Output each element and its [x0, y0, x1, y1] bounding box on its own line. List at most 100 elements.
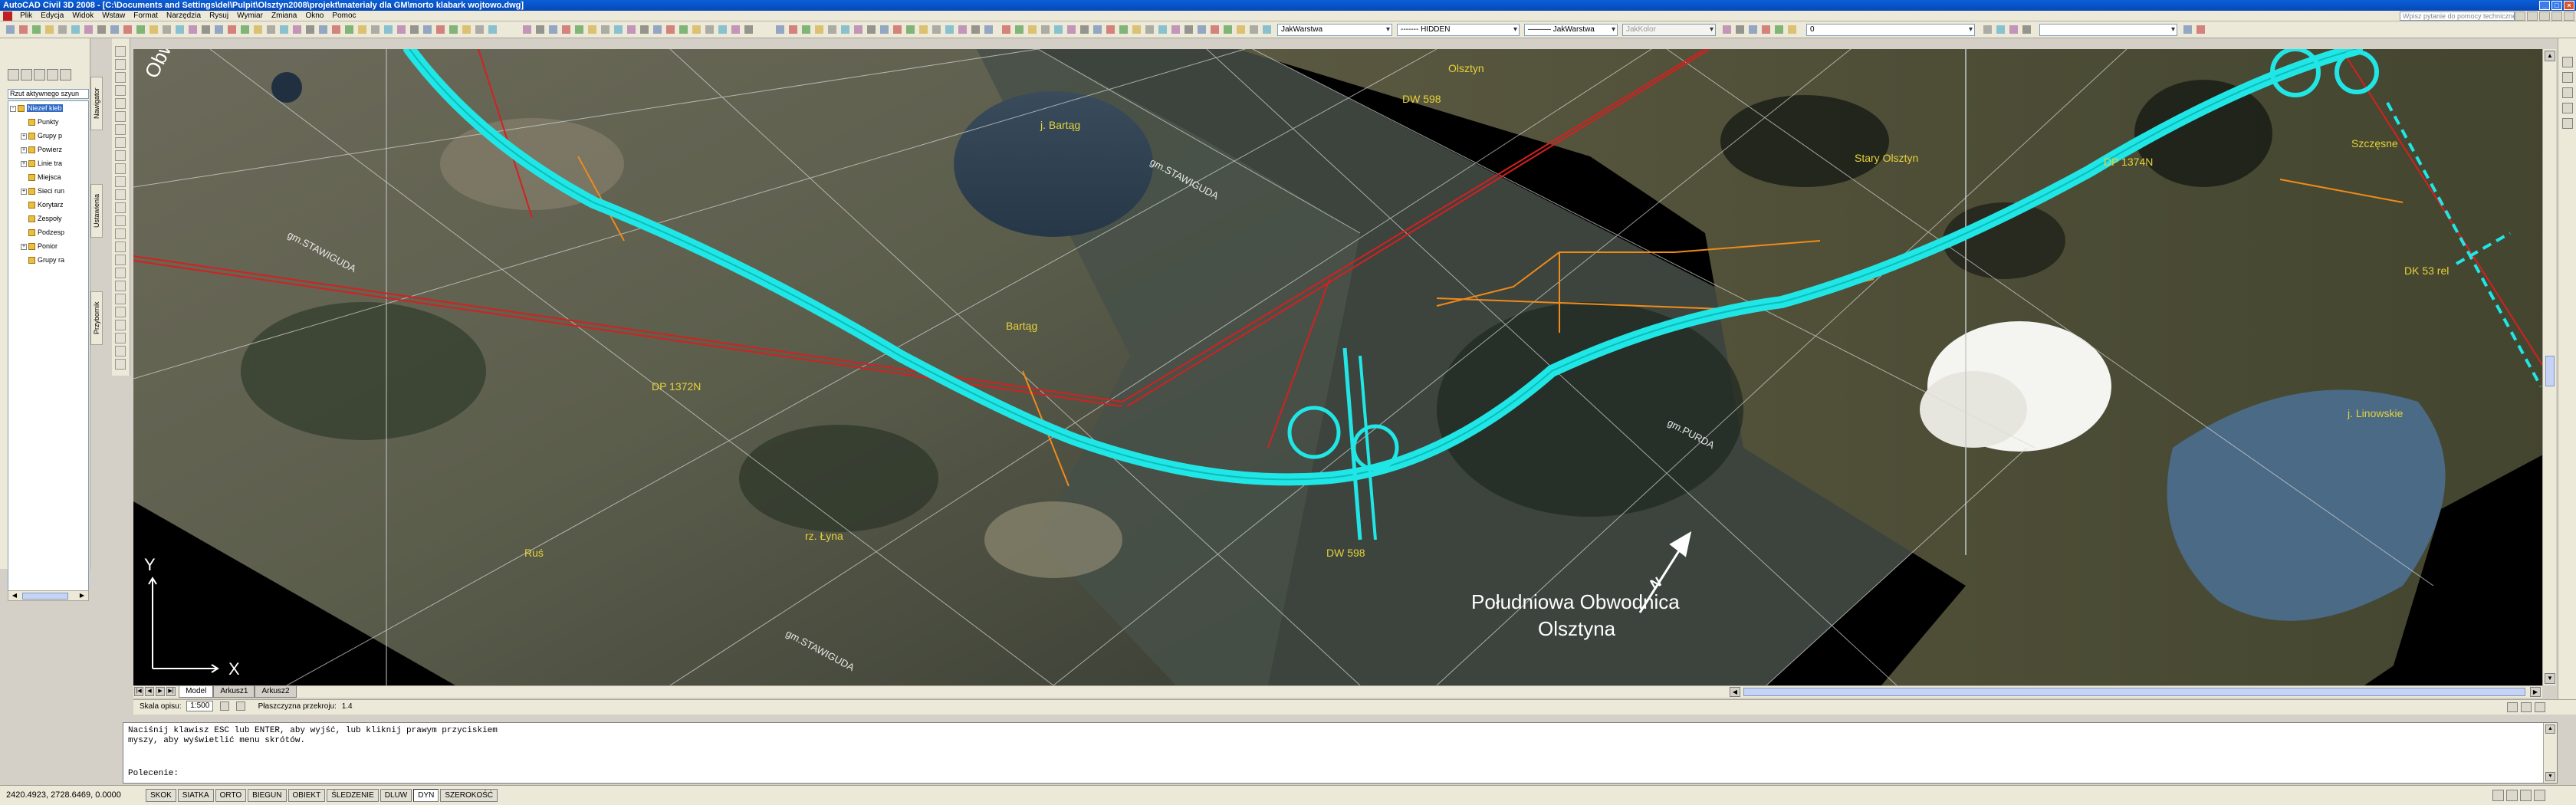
toolbar-tool-icon[interactable]: [1027, 24, 1038, 35]
hscroll-thumb[interactable]: [1743, 688, 2525, 696]
orbit-icon[interactable]: [2562, 87, 2573, 98]
status-tray-icon-3[interactable]: [2535, 702, 2545, 712]
tree-item[interactable]: Podzesp: [8, 225, 88, 239]
annotation-autoscale-icon[interactable]: [235, 702, 245, 711]
toolbar-tool-icon[interactable]: [122, 24, 133, 35]
toolbar-tool-icon[interactable]: [560, 24, 572, 35]
command-scrollbar[interactable]: ▲ ▼: [2543, 723, 2557, 783]
toggle-dluw[interactable]: DLUW: [380, 789, 412, 802]
pan-icon[interactable]: [2562, 57, 2573, 67]
toolbar-tool-icon[interactable]: [1261, 24, 1273, 35]
menu-edit[interactable]: Edycja: [38, 11, 67, 21]
toolbar-tool-icon[interactable]: [521, 24, 533, 35]
toolbar-tool-icon[interactable]: [83, 24, 94, 35]
properties-icon[interactable]: [2562, 118, 2573, 129]
tree-item[interactable]: + Sieci run: [8, 184, 88, 198]
communication-center-icon[interactable]: [2527, 12, 2538, 21]
toggle-obiekt[interactable]: OBIEKT: [288, 789, 326, 802]
menu-file[interactable]: Plik: [17, 11, 35, 21]
draw-tool-icon[interactable]: [115, 85, 126, 96]
tree-item[interactable]: Miejsca: [8, 170, 88, 184]
menu-view[interactable]: Widok: [69, 11, 97, 21]
toolbar-tool-icon[interactable]: [813, 24, 825, 35]
toolbar-tool-icon[interactable]: [161, 24, 172, 35]
toolbar-tool-icon[interactable]: [135, 24, 146, 35]
toolbar-tool-icon[interactable]: [1079, 24, 1090, 35]
toolbar-tool-icon[interactable]: [422, 24, 433, 35]
toolbar-tool-icon[interactable]: [70, 24, 81, 35]
toolbar-tool-icon[interactable]: [2195, 24, 2206, 35]
help-search-icon[interactable]: [2515, 12, 2525, 21]
toolbar-tool-icon[interactable]: [586, 24, 598, 35]
toolbar-tool-icon[interactable]: [2021, 24, 2032, 35]
help-search-input[interactable]: Wpisz pytanie do pomocy technicznej: [2400, 12, 2518, 21]
tree-item[interactable]: - Niezef kleb: [8, 101, 88, 115]
toolbar-tool-icon[interactable]: [944, 24, 955, 35]
toolbar-tool-icon[interactable]: [730, 24, 741, 35]
toolbar-tool-icon[interactable]: [1066, 24, 1077, 35]
prospector-icon[interactable]: [8, 69, 19, 80]
view-icon[interactable]: [2562, 103, 2573, 113]
vscroll-thumb[interactable]: [2545, 356, 2555, 386]
toolbar-tool-icon[interactable]: [639, 24, 650, 35]
toolbar-tool-icon[interactable]: [1786, 24, 1798, 35]
toolbar-tool-icon[interactable]: [18, 24, 29, 35]
expand-icon[interactable]: +: [21, 160, 27, 167]
toolbar-tool-icon[interactable]: [879, 24, 890, 35]
toggle-biegun[interactable]: BIEGUN: [248, 789, 287, 802]
toolbar-tool-icon[interactable]: [330, 24, 342, 35]
toolbar-tool-icon[interactable]: [239, 24, 251, 35]
expand-icon[interactable]: +: [21, 243, 27, 250]
tree-item[interactable]: + Grupy p: [8, 129, 88, 143]
toolbar-tool-icon[interactable]: [1053, 24, 1064, 35]
draw-tool-icon[interactable]: [115, 320, 126, 330]
toolbar-tool-icon[interactable]: [787, 24, 799, 35]
toolbar-tool-icon[interactable]: [573, 24, 585, 35]
toolbar-tool-icon[interactable]: [435, 24, 446, 35]
draw-tool-icon[interactable]: [115, 72, 126, 83]
draw-tool-icon[interactable]: [115, 111, 126, 122]
toolbar-tool-icon[interactable]: [905, 24, 916, 35]
plotstyle-select[interactable]: JakKolor: [1622, 24, 1716, 36]
clean-screen-icon[interactable]: [2534, 790, 2545, 801]
settings-icon[interactable]: [21, 69, 32, 80]
toolbar-tool-icon[interactable]: [1982, 24, 1993, 35]
toolbar-tool-icon[interactable]: [1170, 24, 1181, 35]
draw-tool-icon[interactable]: [115, 307, 126, 317]
toolbar-tool-icon[interactable]: [691, 24, 702, 35]
menu-modify[interactable]: Zmiana: [268, 11, 300, 21]
toolbar-tool-icon[interactable]: [461, 24, 472, 35]
toolbar-tool-icon[interactable]: [1105, 24, 1116, 35]
toolbar-tool-icon[interactable]: [600, 24, 611, 35]
toolbar-tool-icon[interactable]: [840, 24, 851, 35]
toolbar-tool-icon[interactable]: [853, 24, 864, 35]
toolbar-tool-icon[interactable]: [487, 24, 498, 35]
toolbar-tool-icon[interactable]: [1235, 24, 1247, 35]
toolbar-tool-icon[interactable]: [1209, 24, 1221, 35]
menu-insert[interactable]: Wstaw: [99, 11, 128, 21]
toolbar-tool-icon[interactable]: [1747, 24, 1759, 35]
toolbar-tool-icon[interactable]: [474, 24, 485, 35]
toolbar-tool-icon[interactable]: [448, 24, 459, 35]
zoom-icon[interactable]: [2562, 72, 2573, 83]
tab-arkusz1[interactable]: Arkusz1: [213, 686, 255, 698]
toolbar-tool-icon[interactable]: [5, 24, 16, 35]
draw-tool-icon[interactable]: [115, 46, 126, 57]
toolbar-tool-icon[interactable]: [304, 24, 316, 35]
tab-prev-icon[interactable]: ◀: [145, 687, 154, 696]
toolbar-tool-icon[interactable]: [2008, 24, 2019, 35]
draw-tool-icon[interactable]: [115, 359, 126, 370]
toolbar-tool-icon[interactable]: [800, 24, 812, 35]
toolbar-tool-icon[interactable]: [1118, 24, 1129, 35]
toolbar-tool-icon[interactable]: [109, 24, 120, 35]
toolbar-tool-icon[interactable]: [1222, 24, 1234, 35]
app-icon[interactable]: [3, 12, 12, 21]
tab-last-icon[interactable]: ▶|: [166, 687, 176, 696]
expand-icon[interactable]: +: [21, 188, 27, 195]
toggle-orto[interactable]: ORTO: [215, 789, 247, 802]
toolbar-tool-icon[interactable]: [957, 24, 968, 35]
hscroll-right-icon[interactable]: ▶: [2530, 687, 2541, 697]
toolbar-tool-icon[interactable]: [96, 24, 107, 35]
toolbar-tool-icon[interactable]: [1157, 24, 1168, 35]
toolbar-tool-icon[interactable]: [291, 24, 303, 35]
